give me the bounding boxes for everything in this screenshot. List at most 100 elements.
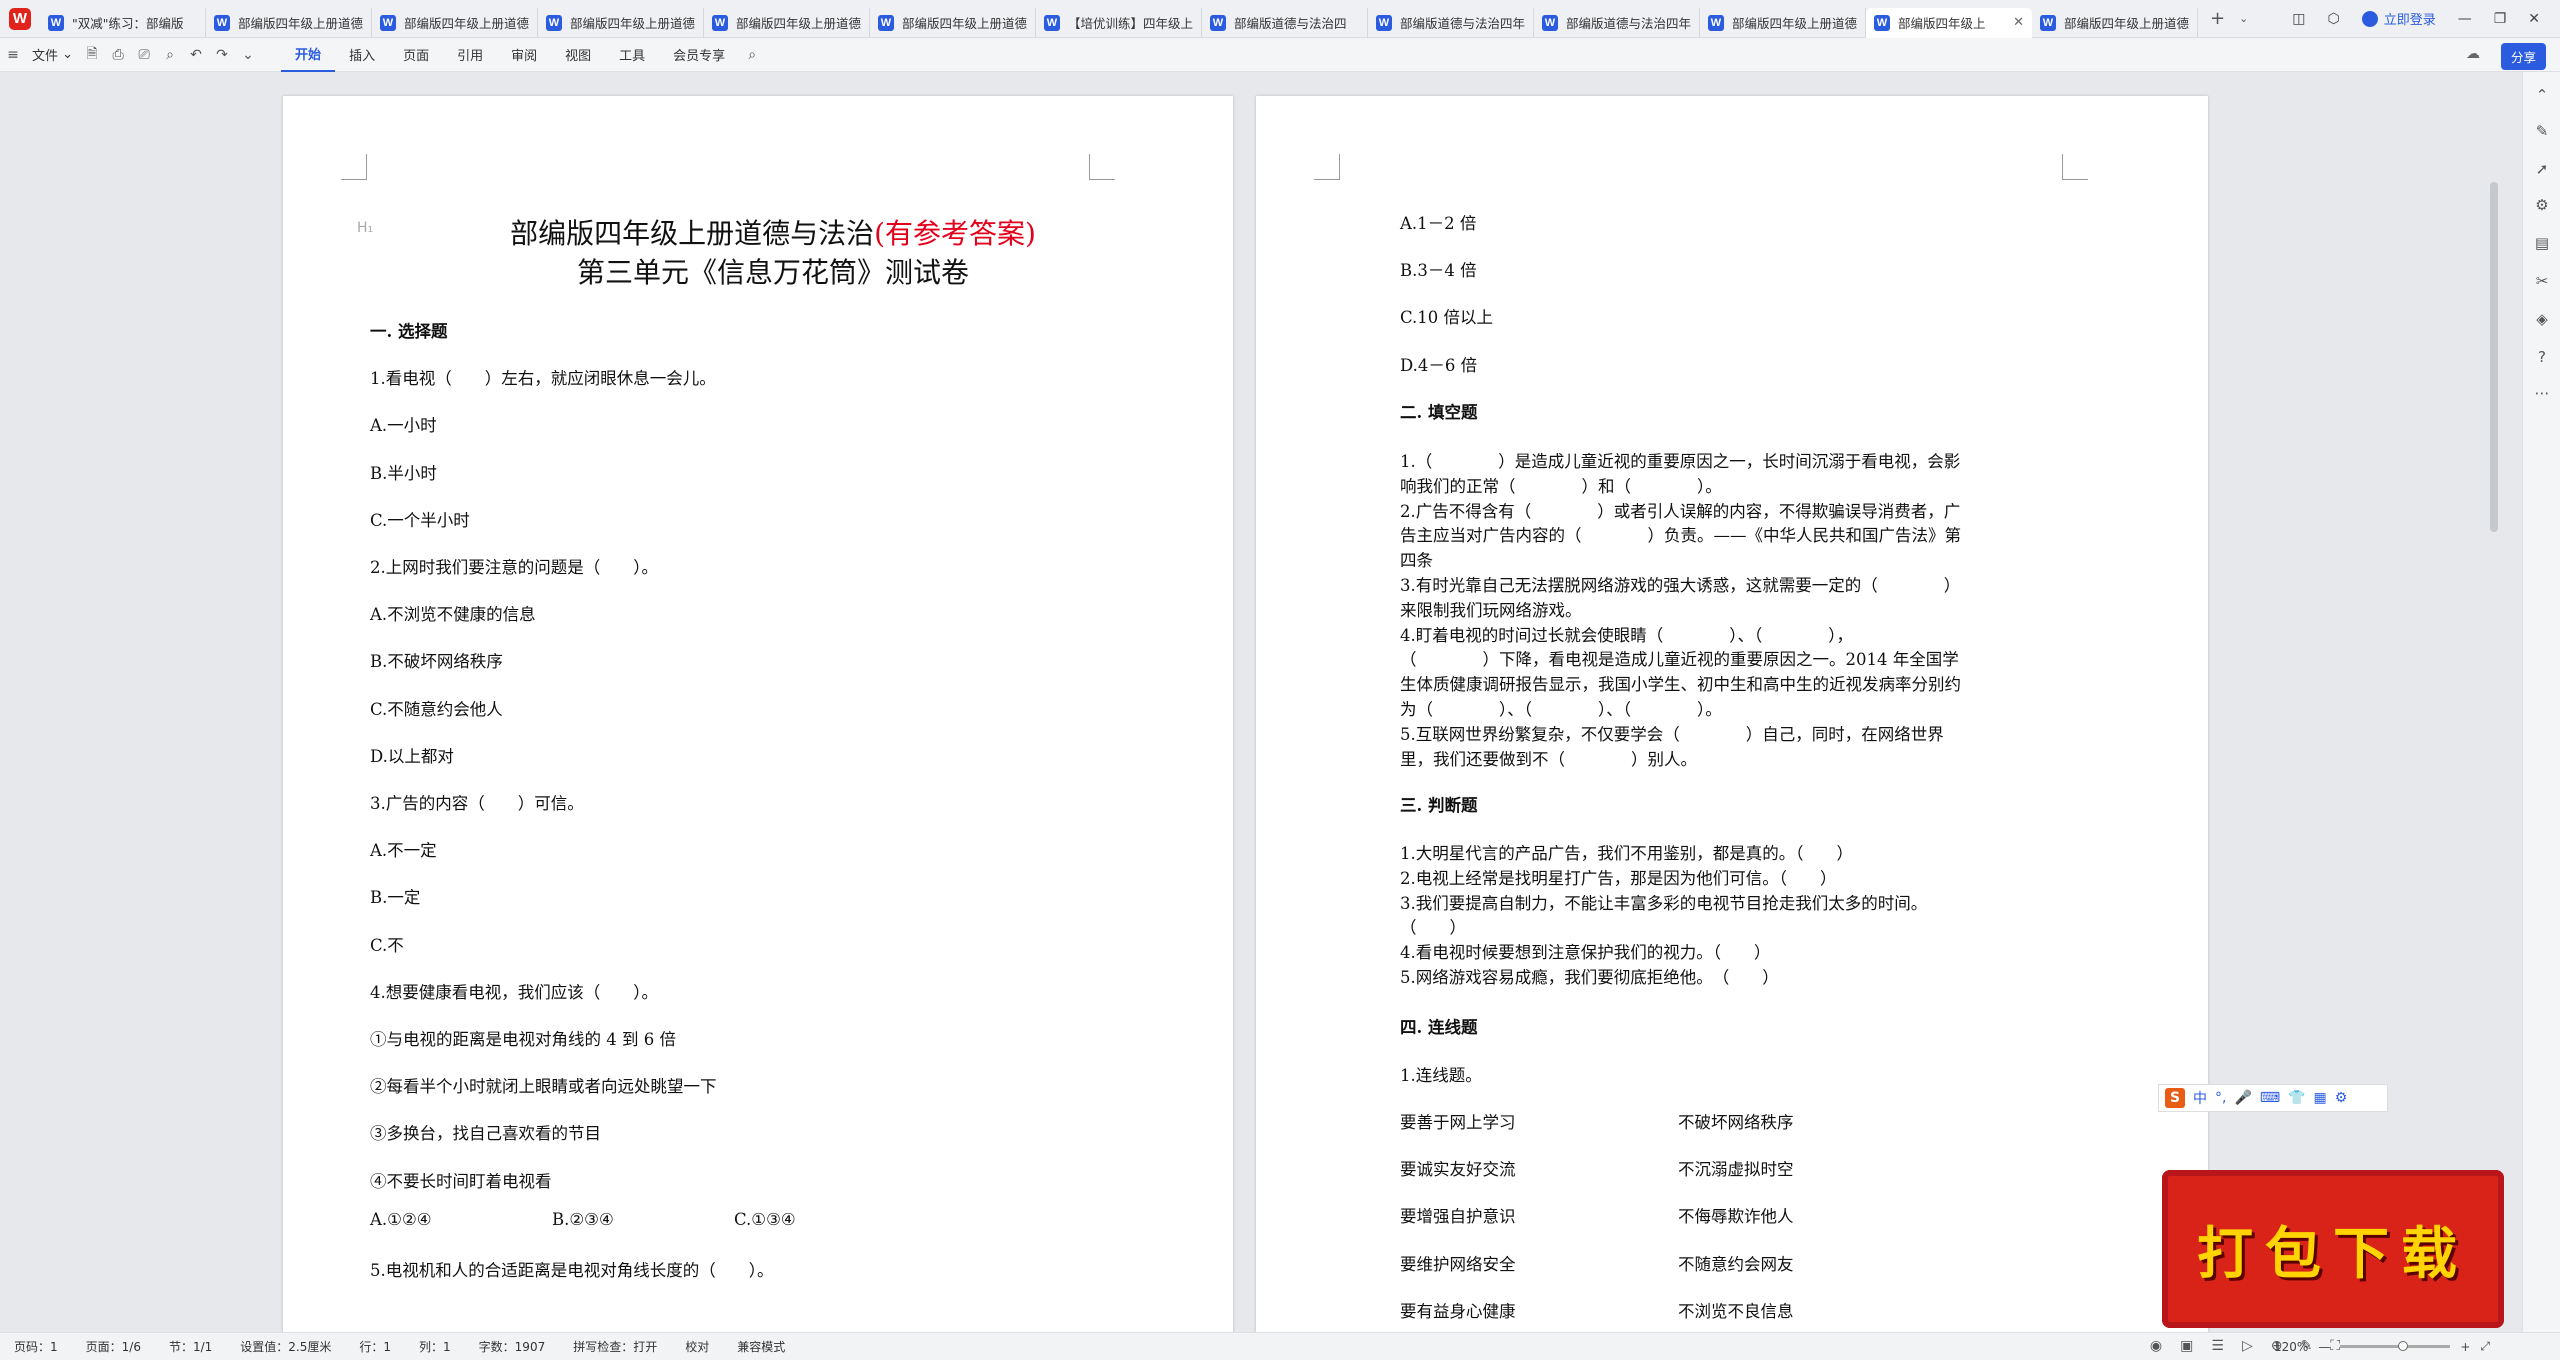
save-icon[interactable]: 🗎 [79,43,105,67]
status-proof[interactable]: 校对 [671,1338,723,1355]
tab-list-chevron-icon[interactable]: ⌄ [2239,12,2248,25]
select-arrow-icon[interactable]: ➚ [2532,160,2552,178]
ime-settings-icon[interactable]: ⚙ [2335,1090,2348,1106]
skin-icon[interactable]: 👕 [2288,1090,2305,1106]
print-icon[interactable]: ⎚ [131,47,157,63]
punctuation-icon[interactable]: °, [2215,1090,2226,1106]
status-page[interactable]: 页码：1 [0,1338,72,1355]
zoom-slider-handle[interactable] [2398,1341,2409,1351]
grid-icon[interactable]: ▦ [2314,1090,2327,1106]
more-chevron-icon[interactable]: ⌄ [235,47,261,63]
ime-toolbar[interactable]: S 中 °, 🎤 ⌨ 👕 ▦ ⚙ [2158,1084,2388,1112]
text-line: 响我们的正常（ ）和（ ）。 [1400,476,1722,496]
more-icon[interactable]: ⋯ [2532,384,2552,402]
tab-2[interactable]: W 部编版四年级上册道德 [372,7,538,38]
new-tab-icon[interactable]: + [2210,8,2225,29]
page-view-icon[interactable]: ▣ [2180,1338,2193,1354]
zoom-out-icon[interactable]: — [2318,1340,2330,1354]
ribbon-tab-0[interactable]: 开始 [281,38,336,72]
login-button[interactable]: 立即登录 [2361,9,2436,28]
page-2[interactable]: A.1－2 倍 B.3－4 倍 C.10 倍以上 D.4－6 倍二. 填空题 1.（ ）… [1256,96,2208,1332]
redo-icon[interactable]: ↷ [209,47,235,63]
status-words[interactable]: 字数：1907 [465,1338,560,1355]
zoom-slider[interactable] [2340,1341,2451,1351]
fullscreen-icon[interactable]: ⤢ [2480,1339,2490,1354]
text-line: ①与电视的距离是电视对角线的 4 到 6 倍 [370,1030,676,1049]
tab-12[interactable]: W 部编版四年级上册道德 [2032,7,2198,38]
download-banner[interactable]: 打包下载 [2162,1170,2504,1328]
keyboard-icon[interactable]: ⌨ [2260,1090,2280,1106]
undo-icon[interactable]: ↶ [183,47,209,63]
export-pdf-icon[interactable]: ⎙ [105,47,131,63]
pen-icon[interactable]: ✎ [2532,122,2552,140]
restore-icon[interactable]: ❐ [2494,11,2507,27]
text-line: 不随意约会网友 [1678,1254,1794,1274]
page-1[interactable]: H₁ 部编版四年级上册道德与法治(有参考答案) 第三单元《信息万花筒》测试卷 一… [283,96,1233,1332]
tab-0[interactable]: W "双减"练习：部编版 [40,7,206,38]
sogou-icon: S [2165,1088,2185,1108]
status-col[interactable]: 列：1 [405,1338,465,1355]
help-icon[interactable]: ? [2532,348,2552,366]
ribbon-tab-1[interactable]: 插入 [335,38,389,72]
mic-icon[interactable]: 🎤 [2234,1090,2251,1106]
tab-7[interactable]: W 部编版道德与法治四 [1202,7,1368,38]
close-icon[interactable]: ✕ [2528,11,2540,27]
hamburger-icon[interactable]: ≡ [0,47,26,63]
text-line: C.10 倍以上 [1400,308,1494,328]
ribbon-tab-6[interactable]: 工具 [605,38,659,72]
wps-logo[interactable]: W [0,0,40,38]
ribbon-tab-4[interactable]: 审阅 [497,38,551,72]
tab-close-icon[interactable]: ✕ [2013,15,2024,30]
tools-icon[interactable]: ✂ [2532,272,2552,290]
tab-3[interactable]: W 部编版四年级上册道德 [538,7,704,38]
tab-8[interactable]: W 部编版道德与法治四年 [1368,7,1534,38]
search-icon[interactable]: ⌕ [739,47,765,63]
shape-icon[interactable]: ◈ [2532,310,2552,328]
ribbon-tab-2[interactable]: 页面 [389,38,443,72]
tab-5[interactable]: W 部编版四年级上册道德 [870,7,1036,38]
user-avatar-icon [2361,10,2378,27]
tab-6[interactable]: W 【培优训练】四年级上 [1036,7,1202,38]
text-line: 3.广告的内容（ ）可信。 [370,794,584,813]
ribbon-tab-5[interactable]: 视图 [551,38,605,72]
ribbon-tab-3[interactable]: 引用 [443,38,497,72]
collapse-icon[interactable]: ⌃ [2532,86,2552,104]
text-line: C.不 [370,935,404,955]
sidebar-toggle-icon[interactable]: ◫ [2292,11,2305,27]
tab-9[interactable]: W 部编版道德与法治四年 [1534,7,1700,38]
outline-view-icon[interactable]: ☰ [2211,1338,2224,1354]
format-icon[interactable]: ▤ [2532,234,2552,252]
box-icon[interactable]: ⬡ [2327,11,2339,27]
tab-1[interactable]: W 部编版四年级上册道德 [206,7,372,38]
tab-10[interactable]: W 部编版四年级上册道德 [1700,7,1866,38]
document-area[interactable]: H₁ 部编版四年级上册道德与法治(有参考答案) 第三单元《信息万花筒》测试卷 一… [0,72,2522,1332]
text-line: ④不要长时间盯着电视看 [370,1171,552,1191]
print-preview-icon[interactable]: ⌕ [157,47,183,63]
zoom-in-icon[interactable]: + [2460,1340,2470,1354]
tab-label: 部编版四年级上册道德 [570,16,695,31]
tab-11[interactable]: W 部编版四年级上 ✕ [1866,7,2032,38]
status-row[interactable]: 行：1 [345,1338,405,1355]
file-menu[interactable]: 文件 ⌄ [26,38,79,72]
status-pages[interactable]: 页面：1/6 [72,1338,155,1355]
cloud-sync-icon[interactable]: ☁ [2466,46,2480,62]
zoom-level[interactable]: 120% [2274,1340,2308,1354]
word-doc-icon: W [878,14,894,31]
minimize-icon[interactable]: — [2458,11,2472,27]
text-line: B.3－4 倍 [1400,261,1477,281]
status-spell[interactable]: 拼写检查：打开 [559,1338,671,1355]
doc-title: 部编版四年级上册道德与法治(有参考答案) [473,212,1073,252]
ime-mode-label[interactable]: 中 [2193,1088,2207,1108]
status-setting[interactable]: 设置值：2.5厘米 [226,1338,345,1355]
eye-icon[interactable]: ◉ [2150,1338,2162,1354]
tab-4[interactable]: W 部编版四年级上册道德 [704,7,870,38]
share-button[interactable]: 分享 [2500,43,2546,70]
settings-icon[interactable]: ⚙ [2532,196,2552,214]
ribbon-menu: ≡ 文件 ⌄ 🗎 ⎙ ⎚ ⌕ ↶ ↷ ⌄ 开始 插入 页面 引用 审阅 视图 工具 会员专享 … [0,38,2560,72]
word-doc-icon: W [1376,14,1392,31]
ribbon-tab-7[interactable]: 会员专享 [659,38,739,72]
vertical-scrollbar[interactable] [2490,182,2498,532]
status-section[interactable]: 节：1/1 [155,1338,226,1355]
play-icon[interactable]: ▷ [2242,1338,2253,1354]
tab-label: 部编版道德与法治四年 [1566,16,1691,31]
